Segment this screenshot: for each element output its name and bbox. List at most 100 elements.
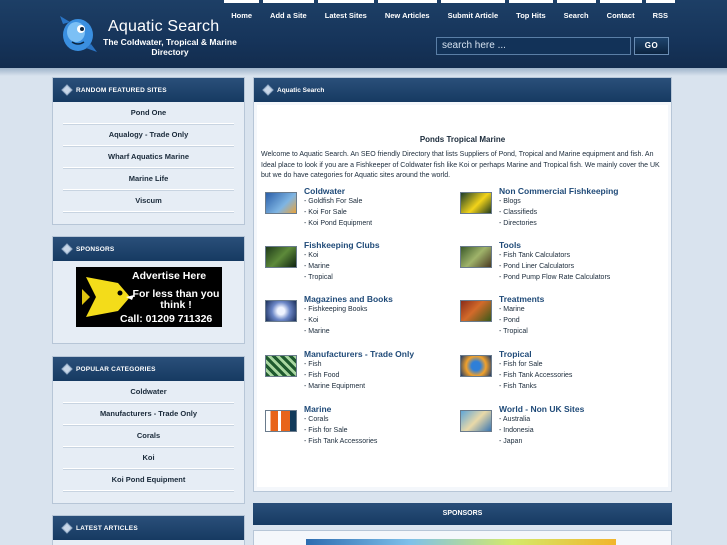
- popular-category-link[interactable]: Koi Pond Equipment: [63, 469, 234, 491]
- subcategory-link[interactable]: - Fish Food: [304, 372, 339, 379]
- featured-site-link[interactable]: Viscum: [63, 190, 234, 212]
- ad-headline: Advertise Here: [132, 270, 207, 282]
- category-thumbnail[interactable]: [265, 246, 297, 268]
- category-tropical: Tropical - Fish for Sale - Fish Tank Acc…: [460, 349, 655, 399]
- fish-logo-icon[interactable]: [58, 14, 98, 54]
- subcategory-link[interactable]: - Koi Pond Equipment: [304, 220, 372, 227]
- category-thumbnail[interactable]: [460, 410, 492, 432]
- popular-category-link[interactable]: Coldwater: [63, 381, 234, 403]
- logo-subtitle: The Coldwater, Tropical & Marine Directo…: [103, 37, 237, 57]
- category-title[interactable]: Coldwater: [304, 186, 345, 196]
- search-input[interactable]: search here ...: [436, 37, 631, 55]
- popular-categories-box: POPULAR CATEGORIES Coldwater Manufacture…: [52, 356, 245, 504]
- subcategory-link[interactable]: - Fish Tanks: [499, 383, 537, 390]
- popular-categories-title: POPULAR CATEGORIES: [76, 366, 156, 373]
- sponsor-banner[interactable]: [306, 539, 616, 545]
- subcategory-link[interactable]: - Tropical: [499, 328, 528, 335]
- category-non-commercial: Non Commercial Fishkeeping - Blogs - Cla…: [460, 186, 655, 236]
- popular-category-link[interactable]: Corals: [63, 425, 234, 447]
- category-title[interactable]: Tropical: [499, 349, 532, 359]
- nav-submit-article[interactable]: Submit Article: [440, 0, 506, 22]
- diamond-bullet-icon: [61, 363, 73, 375]
- category-title[interactable]: Marine: [304, 404, 331, 414]
- subcategory-link[interactable]: - Indonesia: [499, 427, 534, 434]
- nav-latest-sites[interactable]: Latest Sites: [317, 0, 374, 22]
- category-manufacturers: Manufacturers - Trade Only - Fish - Fish…: [265, 349, 460, 399]
- subcategory-link[interactable]: - Fish Tank Accessories: [499, 372, 572, 379]
- category-thumbnail[interactable]: [265, 300, 297, 322]
- intro-text: Welcome to Aquatic Search. An SEO friend…: [261, 151, 660, 179]
- nav-search[interactable]: Search: [556, 0, 596, 22]
- subcategory-link[interactable]: - Australia: [499, 416, 530, 423]
- subcategory-link[interactable]: - Fish Tank Accessories: [304, 438, 377, 445]
- category-title[interactable]: Manufacturers - Trade Only: [304, 349, 414, 359]
- nav-top-hits[interactable]: Top Hits: [509, 0, 553, 22]
- subcategory-link[interactable]: - Fish for Sale: [499, 361, 543, 368]
- main-title: Aquatic Search: [277, 87, 325, 94]
- subcategory-link[interactable]: - Fish: [304, 361, 322, 368]
- category-title[interactable]: World - Non UK Sites: [499, 404, 584, 414]
- nav-rss[interactable]: RSS: [645, 0, 675, 22]
- subcategory-link[interactable]: - Japan: [499, 438, 522, 445]
- logo-title[interactable]: Aquatic Search: [108, 18, 219, 36]
- intro-title: Ponds Tropical Marine: [419, 135, 506, 144]
- subcategory-link[interactable]: - Fish for Sale: [304, 427, 348, 434]
- category-thumbnail[interactable]: [265, 192, 297, 214]
- sidebar-sponsors-heading: SPONSORS: [53, 237, 244, 261]
- subcategory-link[interactable]: - Marine: [304, 263, 330, 270]
- subcategory-link[interactable]: - Marine Equipment: [304, 383, 365, 390]
- diamond-bullet-icon: [262, 84, 274, 96]
- nav-home[interactable]: Home: [224, 0, 260, 22]
- popular-category-link[interactable]: Koi: [63, 447, 234, 469]
- site-header: Aquatic Search The Coldwater, Tropical &…: [0, 0, 727, 68]
- category-title[interactable]: Fishkeeping Clubs: [304, 240, 380, 250]
- subcategory-link[interactable]: - Classifieds: [499, 209, 537, 216]
- subcategory-link[interactable]: - Koi: [304, 252, 318, 259]
- subcategory-link[interactable]: - Koi For Sale: [304, 209, 347, 216]
- subcategory-link[interactable]: - Fish Tank Calculators: [499, 252, 570, 259]
- subcategory-link[interactable]: - Goldfish For Sale: [304, 198, 362, 205]
- main-sponsors-area: [253, 530, 672, 545]
- subcategory-link[interactable]: - Directories: [499, 220, 537, 227]
- popular-category-link[interactable]: Manufacturers - Trade Only: [63, 403, 234, 425]
- category-title[interactable]: Treatments: [499, 294, 544, 304]
- featured-sites-box: RANDOM FEATURED SITES Pond One Aqualogy …: [52, 77, 245, 225]
- latest-articles-box: LATEST ARTICLES: [52, 515, 245, 545]
- featured-site-link[interactable]: Aqualogy - Trade Only: [63, 124, 234, 146]
- category-title[interactable]: Non Commercial Fishkeeping: [499, 186, 619, 196]
- category-thumbnail[interactable]: [265, 355, 297, 377]
- nav-add-site[interactable]: Add a Site: [263, 0, 314, 22]
- ad-phone: Call: 01209 711326: [120, 313, 213, 325]
- featured-site-link[interactable]: Pond One: [63, 102, 234, 124]
- subcategory-link[interactable]: - Corals: [304, 416, 329, 423]
- diamond-bullet-icon: [61, 84, 73, 96]
- subcategory-link[interactable]: - Marine: [304, 328, 330, 335]
- subcategory-link[interactable]: - Koi: [304, 317, 318, 324]
- category-thumbnail[interactable]: [265, 410, 297, 432]
- category-title[interactable]: Magazines and Books: [304, 294, 393, 304]
- nav-contact[interactable]: Contact: [599, 0, 642, 22]
- sidebar-sponsors-box: SPONSORS Advertise Here For less than yo…: [52, 236, 245, 344]
- category-title[interactable]: Tools: [499, 240, 521, 250]
- category-thumbnail[interactable]: [460, 192, 492, 214]
- category-thumbnail[interactable]: [460, 246, 492, 268]
- subcategory-link[interactable]: - Pond Pump Flow Rate Calculators: [499, 274, 610, 281]
- featured-site-link[interactable]: Wharf Aquatics Marine: [63, 146, 234, 168]
- subcategory-link[interactable]: - Marine: [499, 306, 525, 313]
- subcategory-link[interactable]: - Fishkeeping Books: [304, 306, 367, 313]
- category-fishkeeping-clubs: Fishkeeping Clubs - Koi - Marine - Tropi…: [265, 240, 460, 290]
- nav-new-articles[interactable]: New Articles: [377, 0, 437, 22]
- popular-categories-heading: POPULAR CATEGORIES: [53, 357, 244, 381]
- category-world: World - Non UK Sites - Australia - Indon…: [460, 404, 655, 454]
- category-thumbnail[interactable]: [460, 300, 492, 322]
- category-thumbnail[interactable]: [460, 355, 492, 377]
- advertise-banner[interactable]: Advertise Here For less than you think !…: [76, 267, 222, 327]
- subcategory-link[interactable]: - Pond Liner Calculators: [499, 263, 574, 270]
- go-button[interactable]: GO: [634, 37, 669, 55]
- subcategory-link[interactable]: - Tropical: [304, 274, 333, 281]
- featured-site-link[interactable]: Marine Life: [63, 168, 234, 190]
- category-coldwater: Coldwater - Goldfish For Sale - Koi For …: [265, 186, 460, 236]
- category-tools: Tools - Fish Tank Calculators - Pond Lin…: [460, 240, 655, 290]
- subcategory-link[interactable]: - Blogs: [499, 198, 521, 205]
- subcategory-link[interactable]: - Pond: [499, 317, 520, 324]
